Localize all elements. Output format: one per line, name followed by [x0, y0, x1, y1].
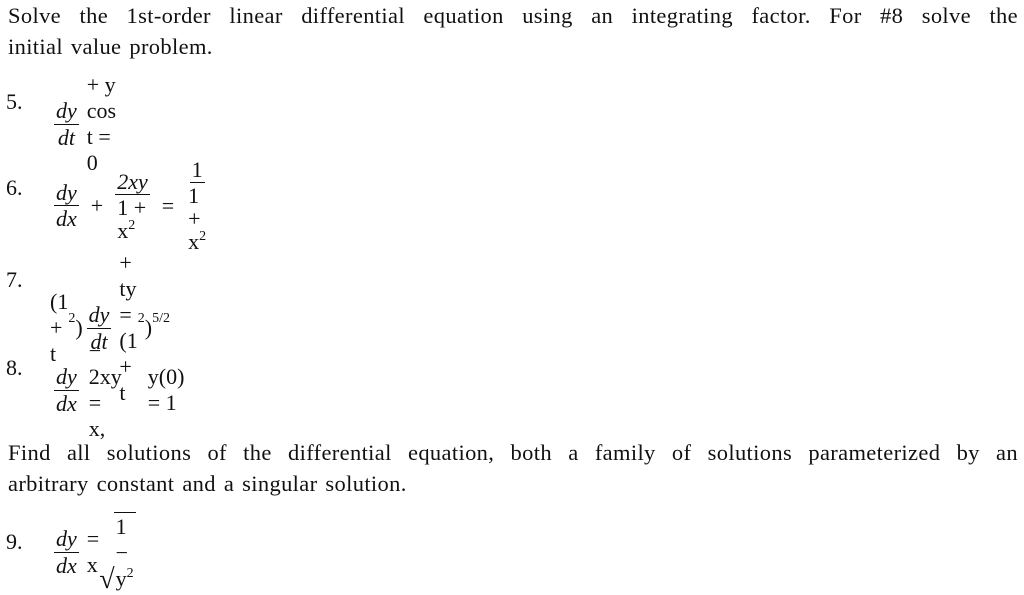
- rhs-fraction: 1 1 + x2: [186, 158, 208, 254]
- fraction-denominator: dx: [56, 552, 77, 578]
- exponent: 2: [68, 311, 76, 326]
- initial-condition: y(0) = 1: [147, 364, 185, 415]
- fraction-numerator: dy: [54, 526, 79, 553]
- fraction-denominator: 1 + x2: [115, 195, 150, 243]
- exponent: 2: [199, 229, 207, 245]
- derivative-fraction: dy dx: [54, 180, 79, 232]
- equals-operator: =: [161, 192, 175, 218]
- problem-number: 9.: [6, 529, 23, 554]
- derivative-fraction: dy dx: [54, 526, 79, 578]
- fraction-numerator: 2xy: [115, 168, 150, 195]
- problem-number: 7.: [6, 267, 23, 292]
- instructions-line-1: Solve the 1st-order linear differential …: [8, 3, 1018, 28]
- rhs-exponent: 5/2: [152, 311, 170, 326]
- fraction-denominator: dx: [56, 206, 77, 232]
- section-2-line-1: Find all solutions of the differential e…: [8, 440, 1018, 465]
- section-2-line-2: arbitrary constant and a singular soluti…: [8, 471, 407, 496]
- derivative-fraction: dy dx: [54, 364, 79, 416]
- radicand: 1 − y2: [113, 512, 136, 592]
- plus-operator: +: [90, 192, 104, 218]
- equation: dy dx = x √ 1 − y2: [50, 512, 136, 595]
- fraction-denominator: dt: [57, 124, 75, 150]
- equation: dy dx + 2xy 1 + x2 = 1 1 + x2: [50, 158, 212, 254]
- square-root: √ 1 − y2: [99, 512, 136, 595]
- problem-number: 8.: [6, 355, 23, 380]
- fraction-numerator: 1: [189, 157, 205, 184]
- fraction-numerator: dy: [86, 302, 112, 329]
- problem-number: 5.: [6, 89, 23, 114]
- fraction-numerator: dy: [54, 364, 79, 391]
- section-2-instructions: Find all solutions of the differential e…: [8, 437, 1018, 499]
- instructions-paragraph: Solve the 1st-order linear differential …: [8, 0, 1018, 62]
- fraction-denominator: dx: [56, 390, 77, 416]
- derivative-fraction: dy dt: [54, 98, 79, 150]
- exponent: 2: [137, 311, 145, 326]
- problem-number: 6.: [6, 175, 23, 200]
- exponent: 2: [128, 217, 136, 233]
- radical-sign-icon: √: [99, 564, 115, 595]
- fraction-numerator: dy: [54, 180, 79, 207]
- equation-rest: − 2xy = x,: [88, 338, 122, 441]
- equation-rhs-start: = x: [86, 526, 100, 577]
- fraction-numerator: dy: [54, 98, 79, 125]
- instructions-line-2: initial value problem.: [8, 34, 213, 59]
- fraction-denominator: 1 + x2: [186, 183, 208, 254]
- coefficient-fraction: 2xy 1 + x2: [115, 168, 150, 243]
- equation: dy dx − 2xy = x, y(0) = 1: [50, 338, 184, 442]
